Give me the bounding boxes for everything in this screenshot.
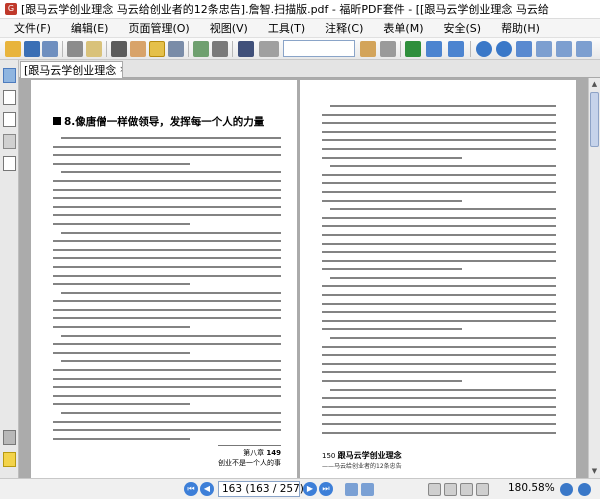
- menu-form[interactable]: 表单(M): [369, 20, 429, 36]
- page-number-input[interactable]: 163 (163 / 257): [218, 481, 304, 497]
- camera-icon[interactable]: [212, 41, 228, 57]
- facing-view-icon[interactable]: [460, 483, 473, 496]
- book-title: 跟马云学创业理念: [337, 451, 402, 460]
- signatures-icon[interactable]: [3, 156, 16, 171]
- title-bar: G [跟马云学创业理念 马云给创业者的12条忠告].詹智.扫描版.pdf - 福…: [0, 0, 600, 19]
- first-page-icon[interactable]: [405, 41, 421, 57]
- toolbar-separator: [400, 41, 401, 57]
- navigation-sidebar: [0, 60, 19, 478]
- zoom-in-icon[interactable]: [476, 41, 492, 57]
- page-thumbnails-icon[interactable]: [3, 90, 16, 105]
- toolbar-separator: [62, 41, 63, 57]
- zoom-out-icon[interactable]: [560, 483, 573, 496]
- footer-section: 第八章: [243, 449, 265, 457]
- close-tab-icon[interactable]: ×: [119, 65, 122, 75]
- find-icon[interactable]: [238, 41, 254, 57]
- page-number: 150: [322, 452, 336, 460]
- hand-tool-icon[interactable]: [130, 41, 146, 57]
- toolbar-separator: [106, 41, 107, 57]
- attachments-icon[interactable]: [3, 134, 16, 149]
- last-page-button[interactable]: ⏭: [319, 482, 333, 496]
- scanned-text-block: [322, 105, 556, 440]
- comments-icon[interactable]: [3, 452, 16, 467]
- toolbar: [0, 37, 600, 60]
- document-viewer[interactable]: 8.像唐僧一样做领导，发挥每一个人的力量 第八章 149 创业不是一个人的事 1…: [19, 78, 588, 478]
- next-page-button[interactable]: ▶: [303, 482, 317, 496]
- pdf-page-left: 8.像唐僧一样做领导，发挥每一个人的力量 第八章 149 创业不是一个人的事: [31, 80, 297, 478]
- document-tab-bar: [跟马云学创业理念 ×: [19, 60, 600, 78]
- select-text-icon[interactable]: [111, 41, 127, 57]
- menu-bar: 文件(F) 编辑(E) 页面管理(O) 视图(V) 工具(T) 注释(C) 表单…: [0, 19, 600, 37]
- print-icon[interactable]: [67, 41, 83, 57]
- section-heading-text: 8.像唐僧一样做领导，发挥每一个人的力量: [64, 116, 265, 128]
- fit-width-icon[interactable]: [556, 41, 572, 57]
- footer-title: 创业不是一个人的事: [218, 459, 281, 467]
- page-footer: 150 跟马云学创业理念 ——马云给创业者的12条忠告: [322, 450, 402, 470]
- zoom-tool-icon[interactable]: [168, 41, 184, 57]
- menu-comment[interactable]: 注释(C): [311, 20, 369, 36]
- next-view-icon[interactable]: [448, 41, 464, 57]
- email-icon[interactable]: [86, 41, 102, 57]
- fit-visible-icon[interactable]: [576, 41, 592, 57]
- page-number: 149: [266, 449, 281, 457]
- scrollbar-thumb[interactable]: [590, 92, 599, 147]
- zoom-out-icon[interactable]: [496, 41, 512, 57]
- app-icon: G: [5, 3, 17, 15]
- first-page-button[interactable]: ⏮: [184, 482, 198, 496]
- heading-bullet-icon: [53, 117, 61, 125]
- open-folder-icon[interactable]: [5, 41, 21, 57]
- document-tab[interactable]: [跟马云学创业理念 ×: [20, 61, 123, 78]
- menu-tools[interactable]: 工具(T): [254, 20, 311, 36]
- scanned-text-block: [53, 137, 281, 446]
- search-icon[interactable]: [360, 41, 376, 57]
- page-footer: 第八章 149 创业不是一个人的事: [218, 445, 281, 468]
- bookmarks-icon[interactable]: [3, 68, 16, 83]
- zoom-dropdown-icon[interactable]: [516, 41, 532, 57]
- vertical-scrollbar[interactable]: ▲ ▼: [588, 78, 600, 478]
- scroll-down-icon[interactable]: ▼: [589, 466, 600, 477]
- window-title: [跟马云学创业理念 马云给创业者的12条忠告].詹智.扫描版.pdf - 福昕P…: [21, 3, 549, 16]
- menu-help[interactable]: 帮助(H): [487, 20, 546, 36]
- snapshot-icon[interactable]: [149, 41, 165, 57]
- section-heading: 8.像唐僧一样做领导，发挥每一个人的力量: [53, 114, 264, 129]
- continuous-view-icon[interactable]: [444, 483, 457, 496]
- single-page-view-icon[interactable]: [428, 483, 441, 496]
- book-subtitle: ——马云给创业者的12条忠告: [322, 463, 402, 470]
- save-icon[interactable]: [24, 41, 40, 57]
- paperclip-icon[interactable]: [3, 430, 16, 445]
- toolbar-separator: [188, 41, 189, 57]
- zoom-in-icon[interactable]: [578, 483, 591, 496]
- previous-page-button[interactable]: ◀: [200, 482, 214, 496]
- continuous-facing-view-icon[interactable]: [476, 483, 489, 496]
- toolbar-separator: [232, 41, 233, 57]
- menu-page-management[interactable]: 页面管理(O): [114, 20, 195, 36]
- zoom-level[interactable]: 180.58%: [508, 482, 555, 494]
- fit-page-icon[interactable]: [536, 41, 552, 57]
- search-input[interactable]: [283, 40, 355, 57]
- scroll-up-icon[interactable]: ▲: [589, 79, 600, 90]
- status-bar: ⏮ ◀ 163 (163 / 257) ▶ ⏭ 180.58%: [0, 478, 600, 499]
- toolbar-separator: [470, 41, 471, 57]
- menu-view[interactable]: 视图(V): [196, 20, 254, 36]
- menu-security[interactable]: 安全(S): [429, 20, 487, 36]
- previous-view-icon[interactable]: [345, 483, 358, 496]
- previous-view-icon[interactable]: [426, 41, 442, 57]
- next-view-icon[interactable]: [361, 483, 374, 496]
- menu-file[interactable]: 文件(F): [0, 20, 57, 36]
- pdf-page-right: 150 跟马云学创业理念 ——马云给创业者的12条忠告: [300, 80, 576, 478]
- search-dropdown-icon[interactable]: [380, 41, 396, 57]
- document-tab-label: [跟马云学创业理念: [24, 64, 117, 77]
- save-as-icon[interactable]: [42, 41, 58, 57]
- image-icon[interactable]: [193, 41, 209, 57]
- layers-icon[interactable]: [3, 112, 16, 127]
- menu-edit[interactable]: 编辑(E): [57, 20, 115, 36]
- search-options-icon[interactable]: [259, 41, 279, 57]
